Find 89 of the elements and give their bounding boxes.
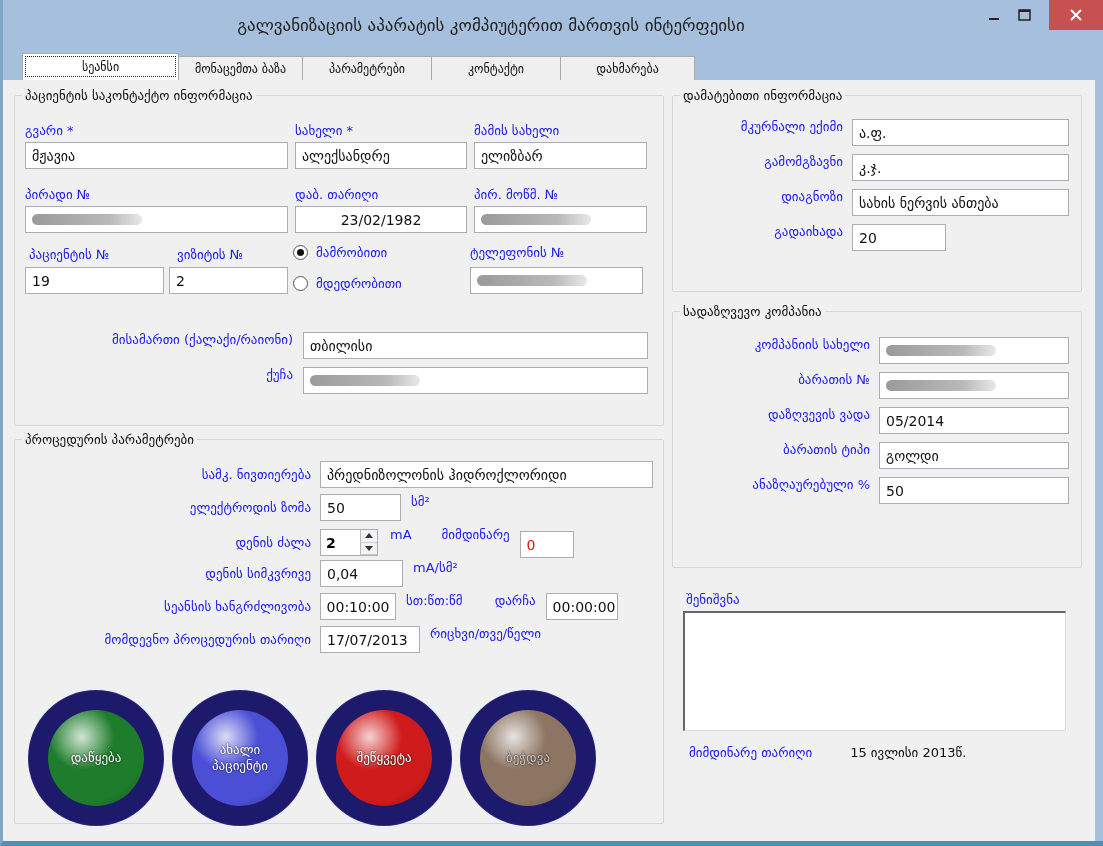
field-label: დენის სიმკვრივე xyxy=(204,566,311,581)
number-spinner[interactable]: 2 xyxy=(320,529,378,556)
field-label: ტელეფონის № xyxy=(470,245,566,260)
unit-label: mA xyxy=(390,527,412,542)
field-label: სახელი * xyxy=(295,123,354,138)
tab[interactable]: დახმარება xyxy=(560,56,695,80)
field-label: ბარათის № xyxy=(797,372,870,387)
radio-label: მამრობითი xyxy=(316,244,388,260)
date-text: 15 ივლისი 2013წ. xyxy=(850,745,967,760)
text-field[interactable]: ალექსანდრე xyxy=(295,142,467,169)
unit-label: სმ² xyxy=(411,494,430,509)
text-field[interactable] xyxy=(25,206,288,233)
text-field[interactable] xyxy=(470,267,643,294)
tab[interactable]: კონტაქტი xyxy=(431,56,561,80)
text-field[interactable] xyxy=(474,206,647,233)
group-title: პროცედურის პარამეტრები xyxy=(24,432,196,447)
unit-label: სთ:წთ:წმ xyxy=(406,593,463,608)
field-label: მისამართი (ქალაქი/რაიონი) xyxy=(111,332,293,347)
text-field[interactable]: კ.ჯ. xyxy=(852,154,1069,181)
field-label: დიაგნოზი xyxy=(780,189,843,204)
field-label: ელექტროდის ზომა xyxy=(188,500,311,515)
field-label: ვიზიტის № xyxy=(176,247,245,262)
field-label: გამომგზავნი xyxy=(763,154,843,169)
unit-label: რიცხვი/თვე/წელი xyxy=(430,626,542,641)
field-label: გვარი * xyxy=(25,123,75,138)
unit-label: mA/სმ² xyxy=(413,560,458,575)
field-label: პირ. მოწმ. № xyxy=(474,187,560,202)
round-button[interactable]: დაწყება xyxy=(29,691,163,825)
text-field[interactable] xyxy=(303,367,648,394)
text-field[interactable]: 50 xyxy=(320,494,401,521)
text-field[interactable]: მჟავია xyxy=(25,142,288,169)
field-label: პირადი № xyxy=(25,187,92,202)
text-field[interactable]: ა.ფ. xyxy=(852,119,1069,146)
field-label: მამის სახელი xyxy=(474,123,561,138)
text-field[interactable]: 23/02/1982 xyxy=(295,206,467,233)
text-field[interactable]: სახის ნერვის ანთება xyxy=(852,189,1069,216)
field-label: მკურნალი ექიმი xyxy=(739,119,843,134)
field-label: დარჩა xyxy=(494,593,536,608)
field-label: კომპანიის სახელი xyxy=(753,337,870,352)
radio-button[interactable] xyxy=(293,244,308,260)
group-title: სადაზღვევო კომპანია xyxy=(682,304,823,319)
tab[interactable]: მონაცემთა ბაზა xyxy=(178,56,303,80)
field-label: მომდევნო პროცედურის თარიღი xyxy=(103,632,311,647)
down-arrow-icon xyxy=(365,545,373,551)
round-button[interactable]: ახალი პაციენტი xyxy=(173,691,307,825)
text-field[interactable]: 05/2014 xyxy=(879,407,1069,434)
text-field[interactable]: 2 xyxy=(169,267,288,294)
text-field[interactable] xyxy=(879,337,1069,364)
text-field[interactable]: ელიზბარ xyxy=(474,142,647,169)
radio-label: მდედრობითი xyxy=(316,275,402,291)
round-button[interactable]: შეწყვეტა xyxy=(317,691,451,825)
field-label: სეანსის ხანგრძლივობა xyxy=(163,599,311,614)
text-field[interactable]: პრედნიზოლონის ჰიდროქლორიდი xyxy=(320,461,653,488)
spin-up-button[interactable] xyxy=(361,530,377,543)
group-title: პაციენტის საკონტაქტო ინფორმაცია xyxy=(24,88,254,103)
field-label: პაციენტის № xyxy=(28,247,111,262)
text-field[interactable]: გოლდი xyxy=(879,442,1069,469)
text-field[interactable]: 00:10:00 xyxy=(320,593,396,620)
text-field[interactable]: 0 xyxy=(519,531,574,558)
up-arrow-icon xyxy=(365,533,373,539)
field-label: მიმდინარე თარიღი xyxy=(689,745,813,760)
field-label: დაბ. თარიღი xyxy=(295,187,380,202)
field-label: ანაზღაურებული % xyxy=(751,477,870,492)
close-button[interactable] xyxy=(1049,0,1103,30)
text-field[interactable]: 19 xyxy=(25,267,164,294)
field-label: ბარათის ტიპი xyxy=(782,442,870,457)
text-field[interactable]: თბილისი xyxy=(303,332,648,359)
field-label: მიმდინარე xyxy=(441,527,510,542)
field-label: შენიშვნა xyxy=(686,592,741,607)
text-field[interactable]: 50 xyxy=(879,477,1069,504)
text-field[interactable]: 00:00:00 xyxy=(545,593,618,620)
radio-button[interactable] xyxy=(293,275,308,291)
maximize-icon xyxy=(1017,9,1031,21)
tab[interactable]: სეანსი xyxy=(22,53,179,80)
note-field[interactable] xyxy=(683,611,1066,731)
field-label: ქუჩა xyxy=(265,367,293,382)
group-title: დამატებითი ინფორმაცია xyxy=(682,88,844,103)
field-label: დაზღვევის ვადა xyxy=(766,407,870,422)
field-label: დენის ძალა xyxy=(234,535,311,550)
text-field[interactable]: 0,04 xyxy=(320,560,403,587)
minimize-icon xyxy=(989,18,999,20)
text-field[interactable]: 17/07/2013 xyxy=(320,626,420,653)
close-icon xyxy=(1070,9,1082,21)
text-field[interactable] xyxy=(879,372,1069,399)
field-label: გადაიხადა xyxy=(773,224,843,239)
text-field[interactable]: 20 xyxy=(852,224,946,251)
tab[interactable]: პარამეტრები xyxy=(302,56,432,80)
window-title: გალვანიზაციის აპარატის კომპიუტერით მართვის ინტერფეისი xyxy=(236,14,746,35)
field-label: სამკ. ნივთიერება xyxy=(200,467,311,482)
